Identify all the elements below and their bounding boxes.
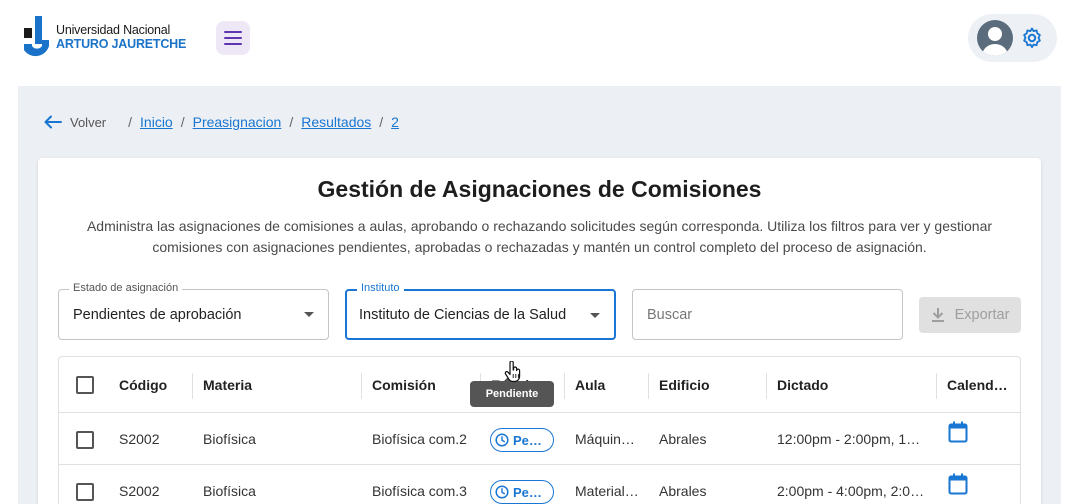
page-description: Administra las asignaciones de comisione… — [86, 218, 993, 255]
cell-materia: Biofísica — [203, 431, 256, 447]
header-edificio[interactable]: Edificio — [659, 377, 759, 393]
top-bar: Universidad Nacional ARTURO JAURETCHE — [0, 0, 1079, 86]
assignments-table: Código Materia Comisión Estado Aula Edif… — [58, 356, 1021, 504]
breadcrumb-preasignacion[interactable]: Preasignacion — [193, 114, 282, 130]
cell-codigo: S2002 — [119, 431, 160, 447]
status-tooltip: Pendiente — [470, 381, 554, 407]
gear-icon[interactable] — [1020, 26, 1044, 50]
export-label: Exportar — [954, 307, 1010, 323]
cell-aula: Máquin… — [575, 431, 635, 447]
calendar-icon[interactable] — [948, 473, 968, 495]
header-aula[interactable]: Aula — [575, 377, 645, 393]
back-arrow-icon[interactable] — [44, 115, 62, 129]
header-calendario[interactable]: Calend… — [947, 377, 1019, 393]
estado-label: Estado de asignación — [69, 282, 183, 294]
breadcrumb-separator: / — [180, 114, 185, 130]
main-content: Volver / Inicio / Preasignacion / Result… — [18, 86, 1061, 504]
status-chip-label: Pe… — [513, 484, 542, 500]
instituto-value: Instituto de Ciencias de la Salud — [359, 307, 567, 323]
instituto-label: Instituto — [357, 282, 404, 294]
calendar-icon[interactable] — [948, 421, 968, 443]
cell-aula: Material… — [575, 483, 639, 499]
status-chip-pending[interactable]: Pe… — [490, 480, 554, 504]
back-button[interactable]: Volver — [70, 115, 106, 130]
estado-value: Pendientes de aprobación — [73, 307, 242, 323]
university-logo[interactable]: Universidad Nacional ARTURO JAURETCHE — [22, 16, 186, 58]
logo-line-2: ARTURO JAURETCHE — [56, 37, 187, 51]
status-chip-pending[interactable]: Pe… — [490, 428, 554, 452]
export-button[interactable]: Exportar — [919, 297, 1021, 333]
breadcrumb-inicio[interactable]: Inicio — [140, 114, 173, 130]
cell-dictado: 12:00pm - 2:00pm, 1… — [777, 431, 921, 447]
chevron-down-icon — [590, 313, 600, 318]
search-placeholder: Buscar — [647, 307, 693, 323]
menu-button[interactable] — [216, 21, 250, 55]
estado-select[interactable]: Estado de asignación Pendientes de aprob… — [58, 282, 329, 340]
row-checkbox[interactable] — [76, 431, 94, 449]
header-codigo[interactable]: Código — [119, 377, 189, 393]
cell-dictado: 2:00pm - 4:00pm, 2:0… — [777, 483, 925, 499]
cell-materia: Biofísica — [203, 483, 256, 499]
header-dictado[interactable]: Dictado — [777, 377, 927, 393]
status-chip-label: Pe… — [513, 432, 542, 448]
cell-comision: Biofísica com.3 — [372, 483, 467, 499]
table-row[interactable]: S2002 Biofísica Biofísica com.2 Pe… Máqu… — [59, 413, 1020, 465]
download-icon — [931, 308, 944, 322]
assignments-card: Gestión de Asignaciones de Comisiones Ad… — [38, 158, 1041, 504]
page-title: Gestión de Asignaciones de Comisiones — [317, 176, 762, 202]
header-comision[interactable]: Comisión — [372, 377, 472, 393]
clock-icon — [495, 485, 509, 499]
breadcrumb-separator: / — [289, 114, 294, 130]
breadcrumb-separator: / — [128, 114, 133, 130]
breadcrumb-resultados[interactable]: Resultados — [301, 114, 371, 130]
cell-edificio: Abrales — [659, 483, 707, 499]
cell-comision: Biofísica com.2 — [372, 431, 467, 447]
chevron-down-icon — [304, 312, 314, 317]
hand-pointer-cursor-icon — [504, 361, 521, 383]
logo-mark-icon — [22, 16, 52, 58]
row-checkbox[interactable] — [76, 483, 94, 501]
cell-edificio: Abrales — [659, 431, 707, 447]
hamburger-menu-icon — [224, 31, 242, 45]
breadcrumb: Volver / Inicio / Preasignacion / Result… — [44, 114, 399, 130]
search-input[interactable]: Buscar — [632, 289, 903, 340]
user-menu[interactable] — [968, 14, 1057, 62]
header-materia[interactable]: Materia — [203, 377, 353, 393]
clock-icon — [495, 433, 509, 447]
select-all-checkbox[interactable] — [76, 376, 94, 394]
cell-codigo: S2002 — [119, 483, 160, 499]
instituto-select[interactable]: Instituto Instituto de Ciencias de la Sa… — [345, 282, 616, 340]
breadcrumb-separator: / — [379, 114, 384, 130]
logo-line-1: Universidad Nacional — [56, 23, 171, 37]
breadcrumb-current[interactable]: 2 — [391, 114, 399, 130]
table-row[interactable]: S2002 Biofísica Biofísica com.3 Pe… Mate… — [59, 465, 1020, 504]
user-avatar-icon[interactable] — [977, 20, 1013, 56]
